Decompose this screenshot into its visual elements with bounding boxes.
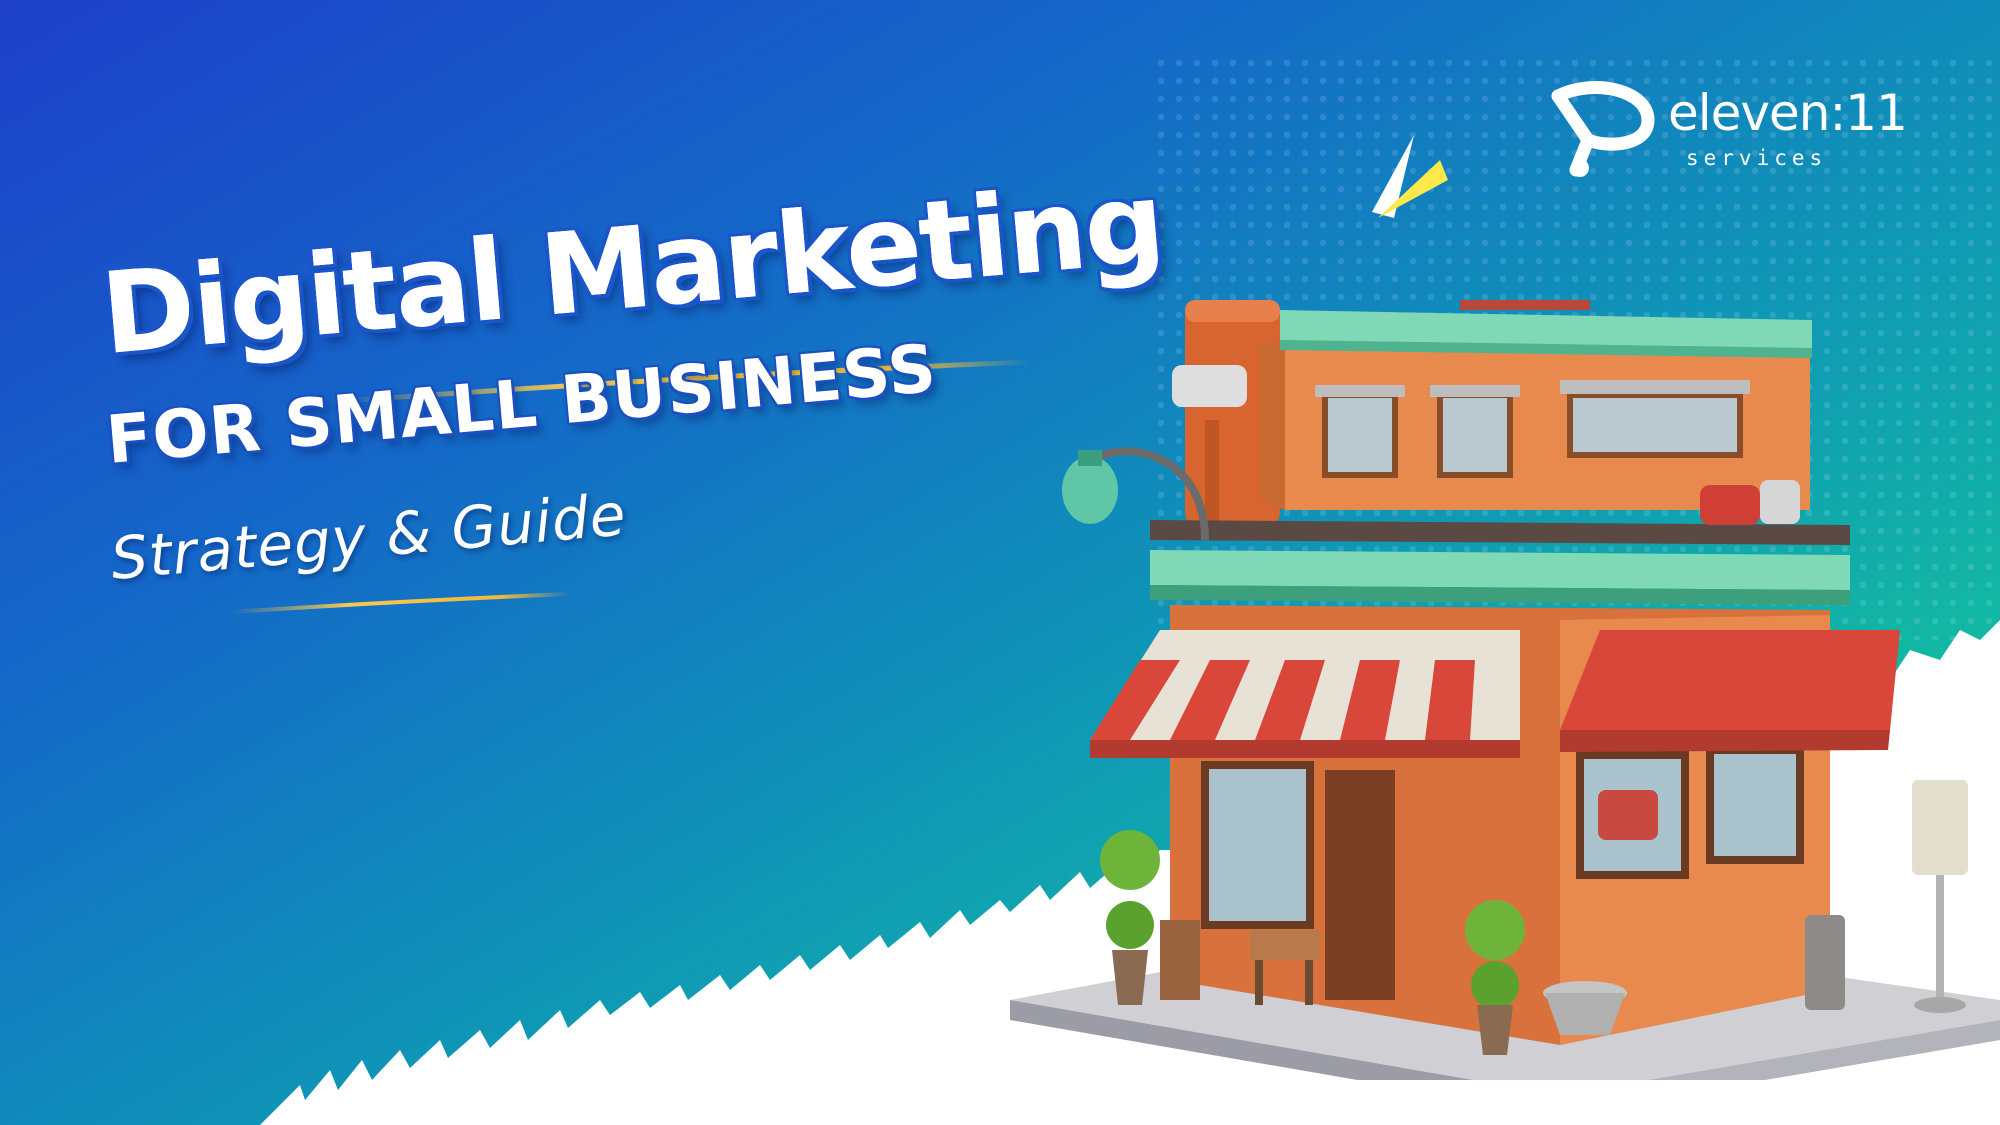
brand-tagline: services bbox=[1686, 146, 1828, 170]
storefront-illustration bbox=[1010, 300, 2000, 1080]
building-upper bbox=[1260, 300, 1812, 510]
brand-name: eleven:11 bbox=[1668, 84, 1908, 142]
trash-bin bbox=[1805, 915, 1845, 1010]
tagline-underline bbox=[228, 592, 572, 614]
hero-banner: Digital Marketing FOR SMALL BUSINESS Str… bbox=[0, 0, 2000, 1125]
sign-post bbox=[1912, 780, 1968, 1013]
brand-logo[interactable]: eleven:11 services bbox=[1548, 78, 1948, 188]
red-awning bbox=[1560, 630, 1900, 752]
brand-logo-icon bbox=[1551, 81, 1655, 177]
striped-awning bbox=[1090, 630, 1520, 758]
